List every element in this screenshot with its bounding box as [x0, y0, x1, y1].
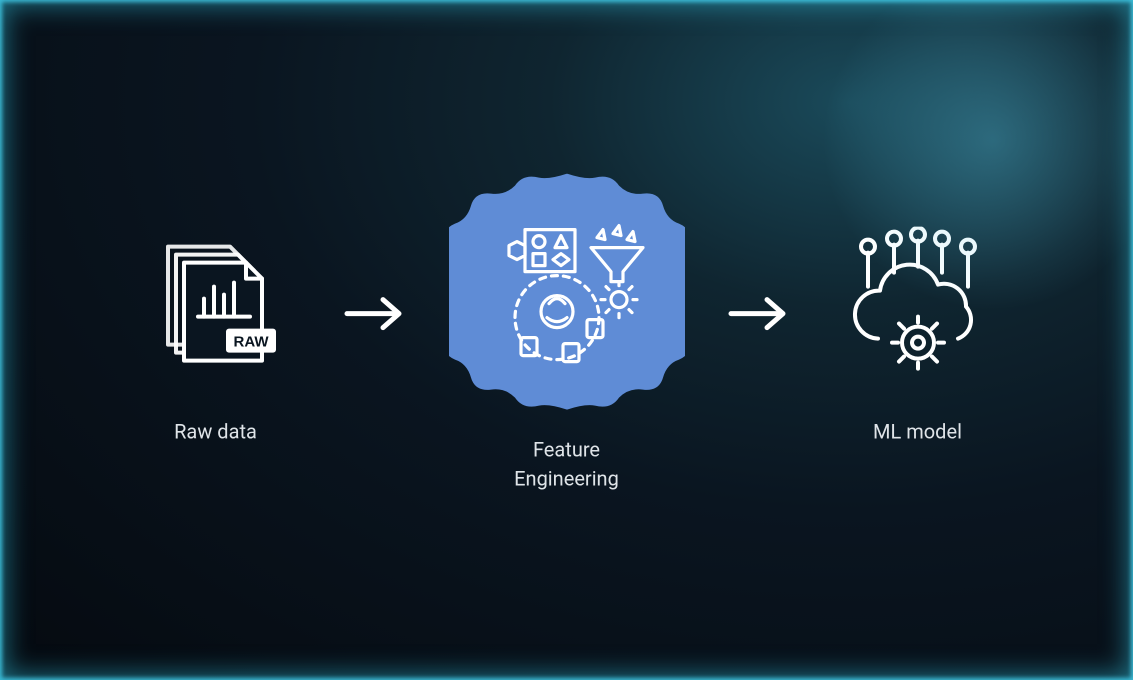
stage-raw-label: Raw data: [174, 417, 257, 446]
stage-feature-label: Feature Engineering: [514, 436, 619, 494]
stage-ml-label: ML model: [873, 417, 962, 446]
feature-engineering-badge-icon: [449, 174, 685, 410]
raw-badge-text: RAW: [233, 333, 269, 350]
ml-model-cloud-gear-icon: [833, 221, 1003, 391]
raw-data-documents-icon: RAW: [131, 221, 301, 391]
arrow-right-icon: [727, 296, 791, 332]
stage-ml-model: ML model: [833, 221, 1003, 446]
pipeline-diagram: RAW Raw data: [131, 174, 1003, 494]
arrow-right-icon: [343, 296, 407, 332]
stage-raw-data: RAW Raw data: [131, 221, 301, 446]
stage-feature-engineering: Feature Engineering: [449, 174, 685, 494]
